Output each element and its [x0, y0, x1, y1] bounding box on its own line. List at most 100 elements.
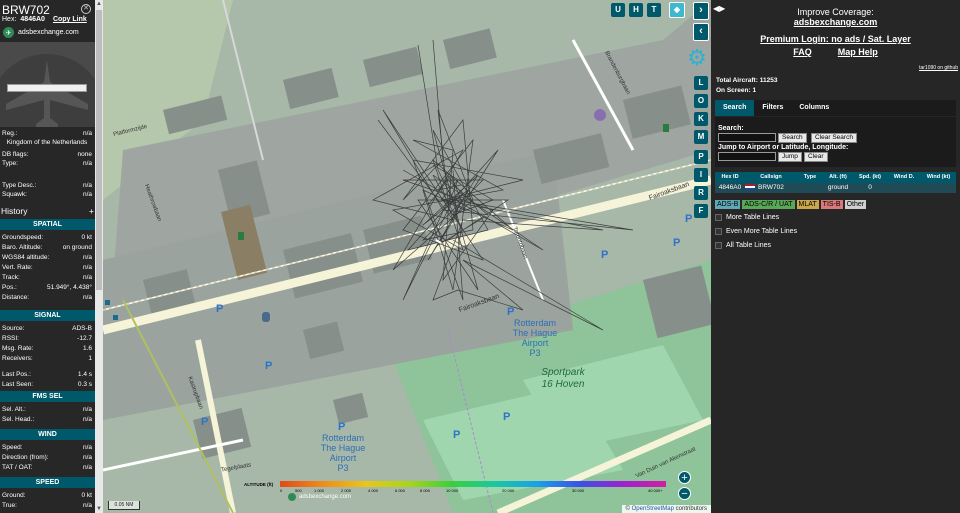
map-btn-o[interactable]: O — [694, 94, 708, 108]
column-header[interactable]: Wind (kt) — [921, 172, 956, 183]
typedesc-value: n/a — [82, 182, 92, 189]
layers-icon[interactable]: ◈ — [669, 2, 685, 18]
jump-button[interactable]: Jump — [778, 152, 802, 162]
parking-icon: P — [216, 303, 223, 315]
map-btn-i[interactable]: I — [694, 168, 708, 182]
settings-gear-icon[interactable]: ⚙ — [686, 47, 708, 69]
source-badge[interactable]: MLAT — [796, 200, 819, 209]
zoom-out-button[interactable]: − — [678, 487, 691, 500]
source-badge[interactable]: Other — [844, 200, 867, 209]
map-btn-m[interactable]: M — [694, 130, 708, 144]
parking-icon: P — [453, 429, 460, 441]
altitude-tick: 30 000 — [572, 488, 585, 493]
osm-link[interactable]: OpenStreetMap — [632, 506, 674, 512]
map-view[interactable]: P P P P P P P P P P Rotterdam The Hague … — [103, 0, 711, 513]
jump-input[interactable] — [718, 152, 776, 161]
clear-jump-button[interactable]: Clear — [804, 152, 828, 162]
chevron-left-icon[interactable]: ‹ — [693, 23, 709, 41]
panel-tabs: Search Filters Columns — [715, 100, 956, 116]
column-header[interactable]: Type — [797, 172, 823, 183]
airport-label-line: The Hague — [512, 328, 558, 338]
signal-label: Source: — [2, 325, 25, 332]
checkbox-icon[interactable] — [715, 214, 722, 221]
map-btn-r[interactable]: R — [694, 186, 708, 200]
table-lines-label: Even More Table Lines — [726, 228, 798, 235]
table-row[interactable]: 4846A0 BRW702 ground 0 — [715, 183, 956, 193]
adsbx-link[interactable]: ✈ adsbexchange.com — [3, 27, 79, 38]
search-button[interactable]: Search — [778, 133, 807, 143]
column-header[interactable]: Spd. (kt) — [853, 172, 887, 183]
tab-filters[interactable]: Filters — [754, 100, 791, 116]
map-btn-t[interactable]: T — [647, 3, 661, 17]
wind-row: Speed: n/a — [2, 443, 92, 452]
map-help-link[interactable]: Map Help — [838, 47, 878, 57]
adsbx-logo-icon: ✈ — [3, 27, 14, 38]
table-lines-option[interactable]: Even More Table Lines — [715, 228, 797, 235]
spatial-label: Distance: — [2, 294, 30, 301]
left-panel-scrollbar[interactable]: ▲ ▼ — [95, 0, 103, 513]
parking-icon: P — [507, 306, 514, 318]
github-link[interactable]: tar1090 on github — [919, 65, 958, 71]
table-lines-option[interactable]: More Table Lines — [715, 214, 779, 221]
premium-login-label[interactable]: Premium Login: no ads / Sat. Layer — [760, 34, 911, 44]
checkbox-icon[interactable] — [715, 228, 722, 235]
fmssel-label: Sel. Alt.: — [2, 406, 26, 413]
premium-login-link[interactable]: Premium Login: no ads / Sat. Layer — [711, 34, 960, 44]
zoom-in-button[interactable]: + — [678, 471, 691, 484]
faq-link[interactable]: FAQ — [793, 47, 812, 57]
search-input[interactable] — [718, 133, 776, 142]
tab-columns[interactable]: Columns — [791, 100, 837, 116]
copy-link[interactable]: Copy Link — [53, 16, 87, 23]
on-screen: On Screen: 1 — [716, 87, 756, 94]
site-link[interactable]: adsbexchange.com — [711, 17, 960, 27]
column-header[interactable]: Callsign — [745, 172, 797, 183]
parking-icon: P — [685, 213, 692, 225]
altitude-legend: ALTITUDE (ft) 0 500 1 000 2 000 4 000 6 000 8 … — [244, 479, 666, 501]
clear-search-button[interactable]: Clear Search — [811, 133, 857, 143]
scroll-down-icon[interactable]: ▼ — [95, 505, 103, 513]
altitude-brand: adsbexchange.com — [288, 493, 351, 501]
spatial-value: on ground — [62, 244, 92, 251]
source-badge[interactable]: TIS-B — [820, 200, 843, 209]
column-header[interactable]: Hex ID — [715, 172, 745, 183]
fmssel-value: n/a — [82, 406, 92, 413]
map-btn-u[interactable]: U — [611, 3, 625, 17]
close-icon[interactable]: ✕ — [81, 4, 91, 14]
site-link-label[interactable]: adsbexchange.com — [794, 17, 878, 27]
map-btn-h[interactable]: H — [629, 3, 643, 17]
wind-row: Direction (from): n/a — [2, 453, 92, 462]
aircraft-photo — [0, 42, 95, 127]
map-btn-f[interactable]: F — [694, 204, 708, 218]
plus-icon[interactable]: + — [89, 206, 94, 216]
spatial-label: Pos.: — [2, 284, 17, 291]
scrollbar-thumb[interactable] — [96, 10, 102, 290]
scroll-up-icon[interactable]: ▲ — [95, 0, 103, 8]
spatial-row: Baro. Altitude: on ground — [2, 243, 92, 252]
altitude-tick: 40 000+ — [648, 488, 663, 493]
altitude-brand-label: adsbexchange.com — [299, 494, 352, 500]
spatial-label: Vert. Rate: — [2, 264, 33, 271]
photo-placeholder-bar — [7, 84, 87, 92]
map-btn-l[interactable]: L — [694, 76, 708, 90]
fmssel-row: Sel. Alt.: n/a — [2, 405, 92, 414]
source-badge[interactable]: ADS-B — [715, 200, 741, 209]
altitude-tick: 10 000 — [446, 488, 459, 493]
signal-value: 1.4 s — [77, 371, 92, 378]
column-header[interactable]: Alt. (ft) — [823, 172, 853, 183]
table-lines-option[interactable]: All Table Lines — [715, 242, 771, 249]
map-btn-p[interactable]: P — [694, 150, 708, 164]
checkbox-icon[interactable] — [715, 242, 722, 249]
source-badge[interactable]: ADS-C/R / UAT — [742, 200, 795, 209]
search-label: Search: — [718, 125, 744, 132]
column-header[interactable]: Wind D. — [887, 172, 921, 183]
improve-coverage-label: Improve Coverage: — [797, 7, 874, 17]
squawk-row: Squawk: n/a — [2, 190, 92, 199]
cell-hex: 4846A0 — [718, 184, 742, 191]
typedesc-row: Type Desc.: n/a — [2, 181, 92, 190]
airport-label-2: Rotterdam The Hague Airport P3 — [303, 433, 383, 473]
history-toggle[interactable]: History + — [1, 206, 94, 216]
fmssel-value: n/a — [82, 416, 92, 423]
chevron-right-icon[interactable]: › — [693, 2, 709, 20]
map-btn-k[interactable]: K — [694, 112, 708, 126]
tab-search[interactable]: Search — [715, 100, 755, 116]
